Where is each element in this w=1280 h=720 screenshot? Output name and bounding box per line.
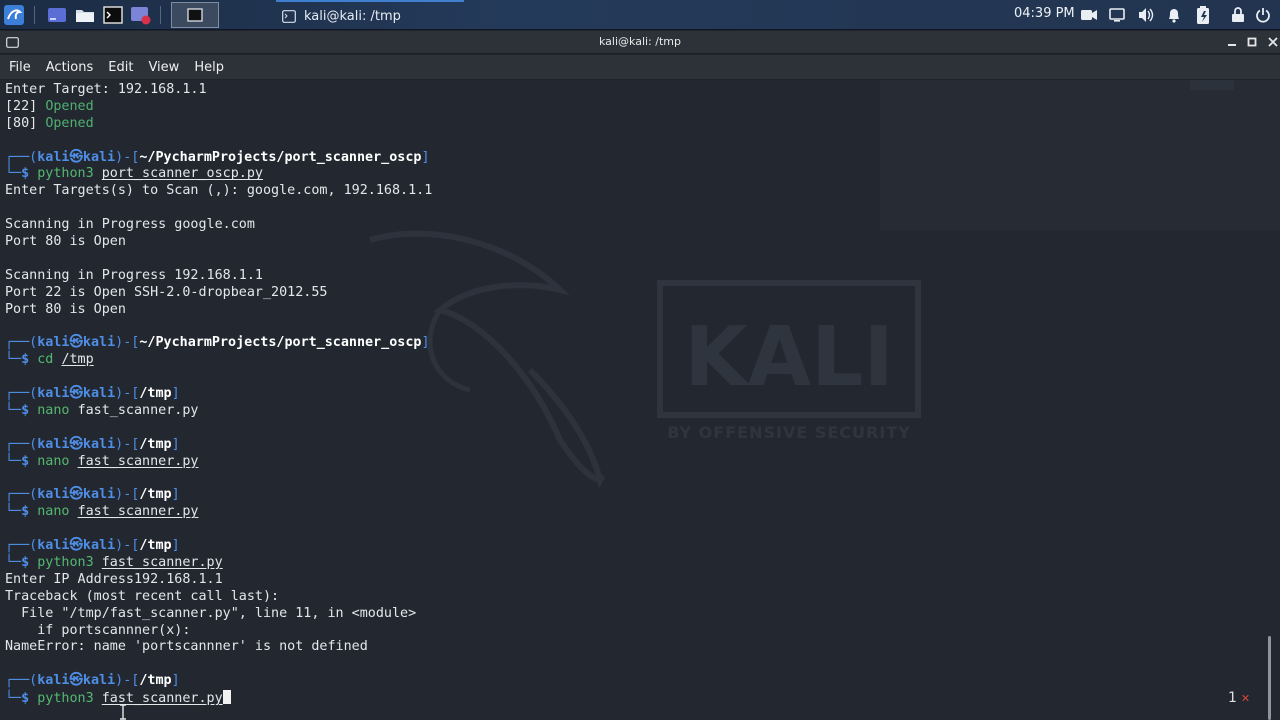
lock-screen-icon[interactable] [1228, 5, 1248, 25]
panel-separator [160, 6, 161, 24]
terminal-window-icon [282, 9, 296, 23]
prompt-line: ┌──(kali㉿kali)-[/tmp] [5, 538, 180, 554]
clock[interactable]: 04:39 PM [1014, 6, 1075, 21]
wallpaper-logo-text: KALI [684, 310, 894, 405]
prompt-line: ┌──(kali㉿kali)-[/tmp] [5, 386, 180, 402]
terminal-line: Scanning in Progress google.com [5, 217, 255, 233]
maximize-icon[interactable] [1245, 35, 1259, 49]
terminal-line: File "/tmp/fast_scanner.py", line 11, in… [5, 605, 417, 621]
window-title: kali@kali: /tmp [599, 35, 681, 48]
command-line: └─$ cd /tmp [5, 352, 94, 368]
kali-menu-icon[interactable] [3, 4, 25, 26]
volume-icon[interactable] [1136, 5, 1156, 25]
menu-edit[interactable]: Edit [108, 60, 133, 75]
terminal-line: if portscannner(x): [5, 622, 191, 638]
menu-help[interactable]: Help [194, 60, 224, 75]
terminal-line: [80] Opened [5, 115, 94, 131]
menu-actions[interactable]: Actions [46, 60, 94, 75]
terminal-line: Traceback (most recent call last): [5, 588, 280, 604]
mouse-ibeam-cursor-icon [120, 704, 126, 720]
command-line[interactable]: └─$ python3 fast_scanner.py [5, 690, 432, 707]
command-line: └─$ nano fast_scanner.py [5, 453, 199, 469]
window-title-bar[interactable]: kali@kali: /tmp [0, 31, 1280, 54]
battery-power-icon[interactable] [1193, 5, 1213, 25]
wallpaper-tagline: BY OFFENSIVE SECURITY [667, 423, 911, 442]
prompt-line: ┌──(kali㉿kali)-[/tmp] [5, 673, 180, 689]
prompt-line: ┌──(kali㉿kali)-[~/PycharmProjects/port_s… [5, 335, 430, 351]
file-manager-icon[interactable] [74, 4, 96, 26]
top-panel: kali@kali: /tmp 04:39 PM [0, 0, 1280, 30]
terminal-line: Port 80 is Open [5, 234, 126, 250]
menu-bar: File Actions Edit View Help [0, 55, 1280, 79]
terminal-line: NameError: name 'portscannner' is not de… [5, 639, 368, 655]
menu-view[interactable]: View [148, 60, 179, 75]
show-desktop-icon[interactable] [46, 4, 68, 26]
close-icon[interactable] [1266, 35, 1280, 49]
terminal-line: Port 22 is Open SSH-2.0-dropbear_2012.55 [5, 284, 328, 300]
page-indicator: 1 ✕ [1228, 690, 1251, 706]
command-line: └─$ nano fast_scanner.py [5, 402, 199, 418]
terminal-line: [22] Opened [5, 98, 94, 114]
browser-icon[interactable] [130, 4, 152, 26]
terminal-line: Enter IP Address192.168.1.1 [5, 571, 223, 587]
terminal-launcher-icon[interactable] [102, 4, 124, 26]
workspace-1-button[interactable] [171, 2, 219, 28]
prompt-line: ┌──(kali㉿kali)-[~/PycharmProjects/port_s… [5, 149, 430, 165]
close-indicator-icon[interactable]: ✕ [1241, 692, 1250, 705]
taskbar-terminal-window[interactable]: kali@kali: /tmp [276, 0, 464, 30]
panel-separator [34, 6, 35, 24]
terminal-line: Enter Targets(s) to Scan (,): google.com… [5, 183, 433, 199]
minimize-icon[interactable] [1225, 35, 1239, 49]
menu-file[interactable]: File [9, 60, 31, 75]
text-cursor [222, 690, 231, 705]
notification-bell-icon[interactable] [1164, 5, 1184, 25]
command-line: └─$ python3 fast_scanner.py [5, 554, 223, 570]
command-line: └─$ nano fast_scanner.py [5, 504, 199, 520]
terminal-scrollbar[interactable] [1268, 636, 1271, 720]
terminal-output: Enter Target: 192.168.1.1 [22] Opened [8… [5, 82, 432, 707]
command-line: └─$ python3 port_scanner_oscp.py [5, 166, 263, 182]
camera-icon[interactable] [1079, 5, 1099, 25]
terminal-line: Scanning in Progress 192.168.1.1 [5, 267, 263, 283]
power-icon[interactable] [1253, 5, 1273, 25]
prompt-line: ┌──(kali㉿kali)-[/tmp] [5, 436, 180, 452]
prompt-line: ┌──(kali㉿kali)-[/tmp] [5, 487, 180, 503]
terminal-line: Port 80 is Open [5, 301, 126, 317]
taskbar-window-title: kali@kali: /tmp [304, 8, 401, 24]
terminal-line: Enter Target: 192.168.1.1 [5, 82, 207, 97]
display-icon[interactable] [1107, 5, 1127, 25]
terminal-area[interactable]: KALI BY OFFENSIVE SECURITY Enter Target:… [0, 80, 1280, 720]
